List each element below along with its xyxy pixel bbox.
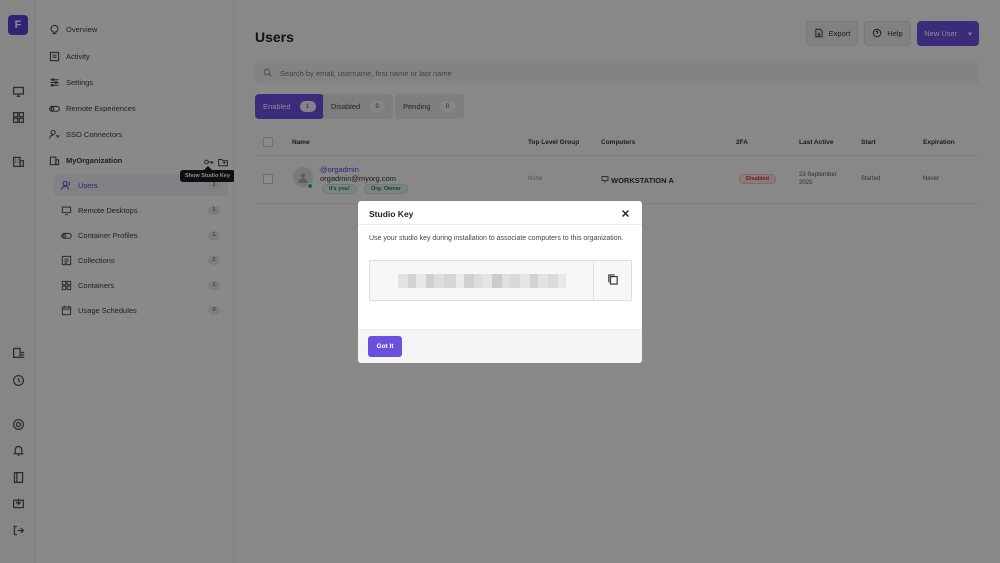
modal-description: Use your studio key during installation … [369, 235, 624, 242]
copy-key-button[interactable] [593, 261, 631, 300]
studio-key-modal: Studio Key Use your studio key during in… [358, 201, 642, 363]
studio-key-field [369, 260, 632, 301]
divider [358, 224, 642, 225]
got-it-button[interactable]: Got It [368, 336, 402, 357]
studio-key-value-masked [370, 261, 594, 300]
close-icon[interactable] [619, 207, 631, 219]
modal-footer: Got It [358, 329, 642, 363]
copy-icon [607, 272, 618, 290]
modal-title: Studio Key [369, 209, 414, 219]
